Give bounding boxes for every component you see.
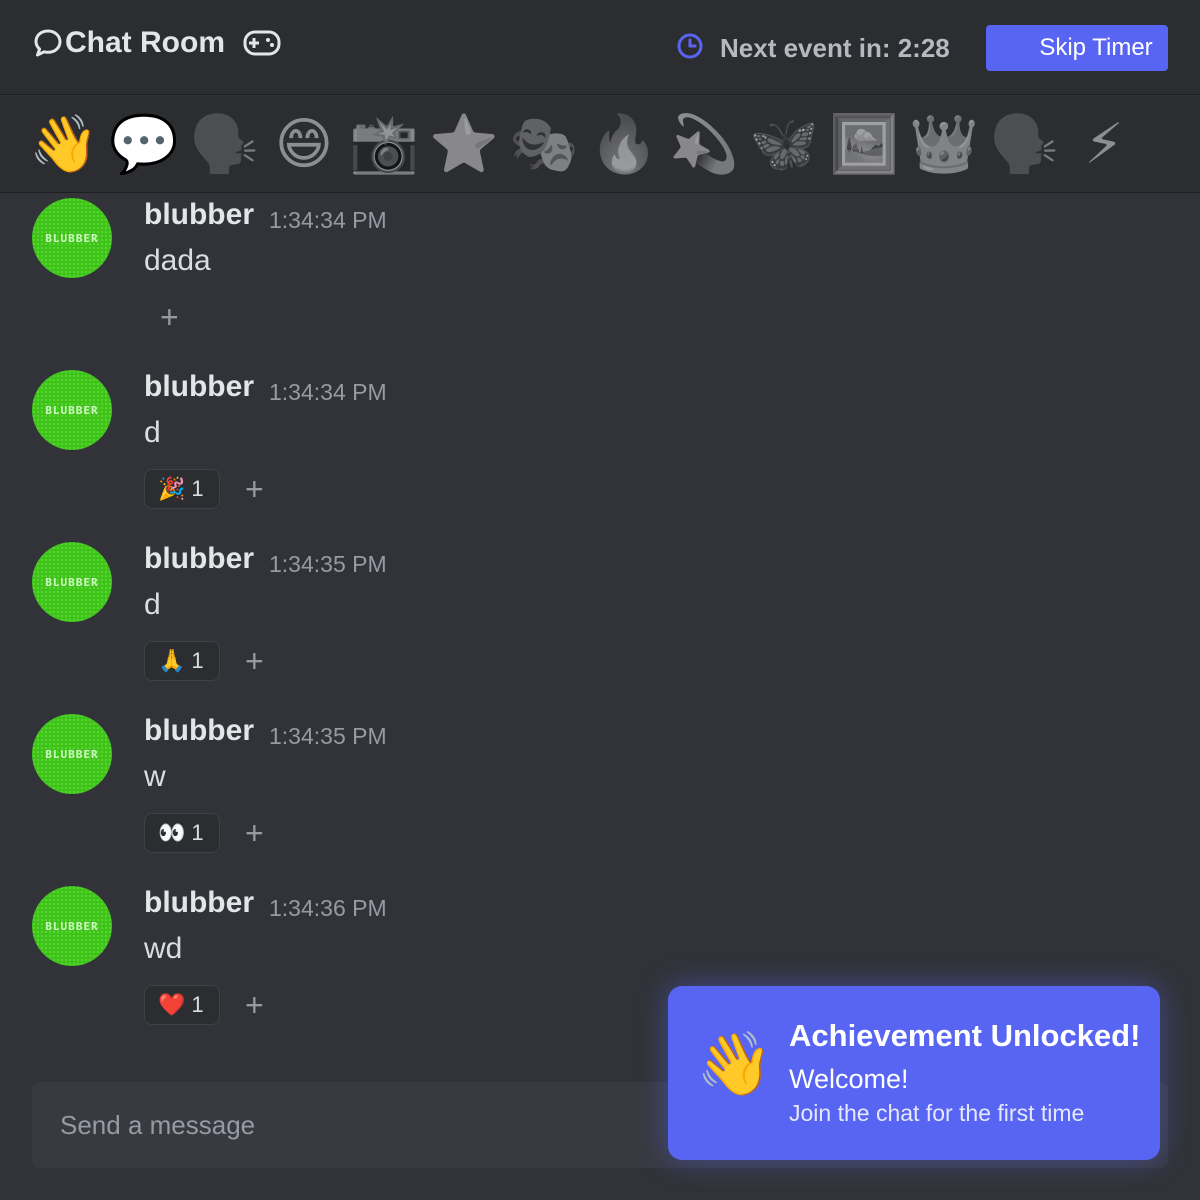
emoji-achievement-1[interactable]: 💬	[108, 110, 180, 178]
message-item: BLUBBER blubber 1:34:35 PM w 👀 1 +	[0, 562, 1200, 853]
emoji-bar: 👋 💬 🗣️ 😄 📸 ⭐ 🎭 🔥 💫 🦋 🖼️ 👑 🗣️ ⚡	[0, 96, 1200, 193]
emoji-achievement-7[interactable]: 🔥	[588, 110, 660, 178]
chat-bubble-icon	[33, 28, 63, 58]
message-item: BLUBBER blubber 1:34:35 PM d 🙏 1 +	[0, 390, 1200, 681]
toast-title: Achievement Unlocked!	[789, 1018, 1141, 1053]
clock-icon	[676, 32, 704, 65]
emoji-achievement-3[interactable]: 😄	[268, 110, 340, 178]
message-item: BLUBBER blubber 1:34:36 PM wd ❤️ 1 +	[0, 734, 1200, 1025]
skip-timer-button[interactable]: Skip Timer	[986, 25, 1168, 71]
emoji-achievement-10[interactable]: 🖼️	[828, 110, 900, 178]
timer-text: Next event in: 2:28	[720, 33, 950, 63]
emoji-achievement-12[interactable]: 🗣️	[988, 110, 1060, 178]
toast-description: Join the chat for the first time	[789, 1100, 1085, 1126]
page-title: Chat Room	[65, 26, 225, 59]
achievement-toast[interactable]: 👋 Achievement Unlocked! Welcome! Join th…	[668, 986, 1160, 1160]
message-item: BLUBBER blubber 1:34:34 PM d 🎉 1 +	[0, 218, 1200, 509]
emoji-achievement-4[interactable]: 📸	[348, 110, 420, 178]
emoji-achievement-9[interactable]: 🦋	[748, 110, 820, 178]
message-item: BLUBBER blubber 1:34:34 PM dada +	[0, 193, 1200, 333]
emoji-achievement-11[interactable]: 👑	[908, 110, 980, 178]
toast-subtitle: Welcome!	[789, 1064, 909, 1094]
message-list: BLUBBER blubber 1:34:34 PM dada + BLUBBER blub…	[0, 193, 1200, 1050]
title-group: Chat Room	[33, 26, 281, 60]
header-bar: Chat Room Next event in: 2:28 Skip Timer	[0, 0, 1200, 95]
emoji-achievement-0[interactable]: 👋	[28, 110, 100, 178]
gamepad-icon[interactable]	[243, 29, 281, 57]
emoji-achievement-8[interactable]: 💫	[668, 110, 740, 178]
emoji-achievement-13[interactable]: ⚡	[1068, 110, 1140, 178]
emoji-achievement-6[interactable]: 🎭	[508, 110, 580, 178]
event-timer: Next event in: 2:28	[676, 32, 950, 65]
waving-hand-icon: 👋	[696, 1030, 774, 1099]
emoji-achievement-2[interactable]: 🗣️	[188, 110, 260, 178]
emoji-achievement-5[interactable]: ⭐	[428, 110, 500, 178]
